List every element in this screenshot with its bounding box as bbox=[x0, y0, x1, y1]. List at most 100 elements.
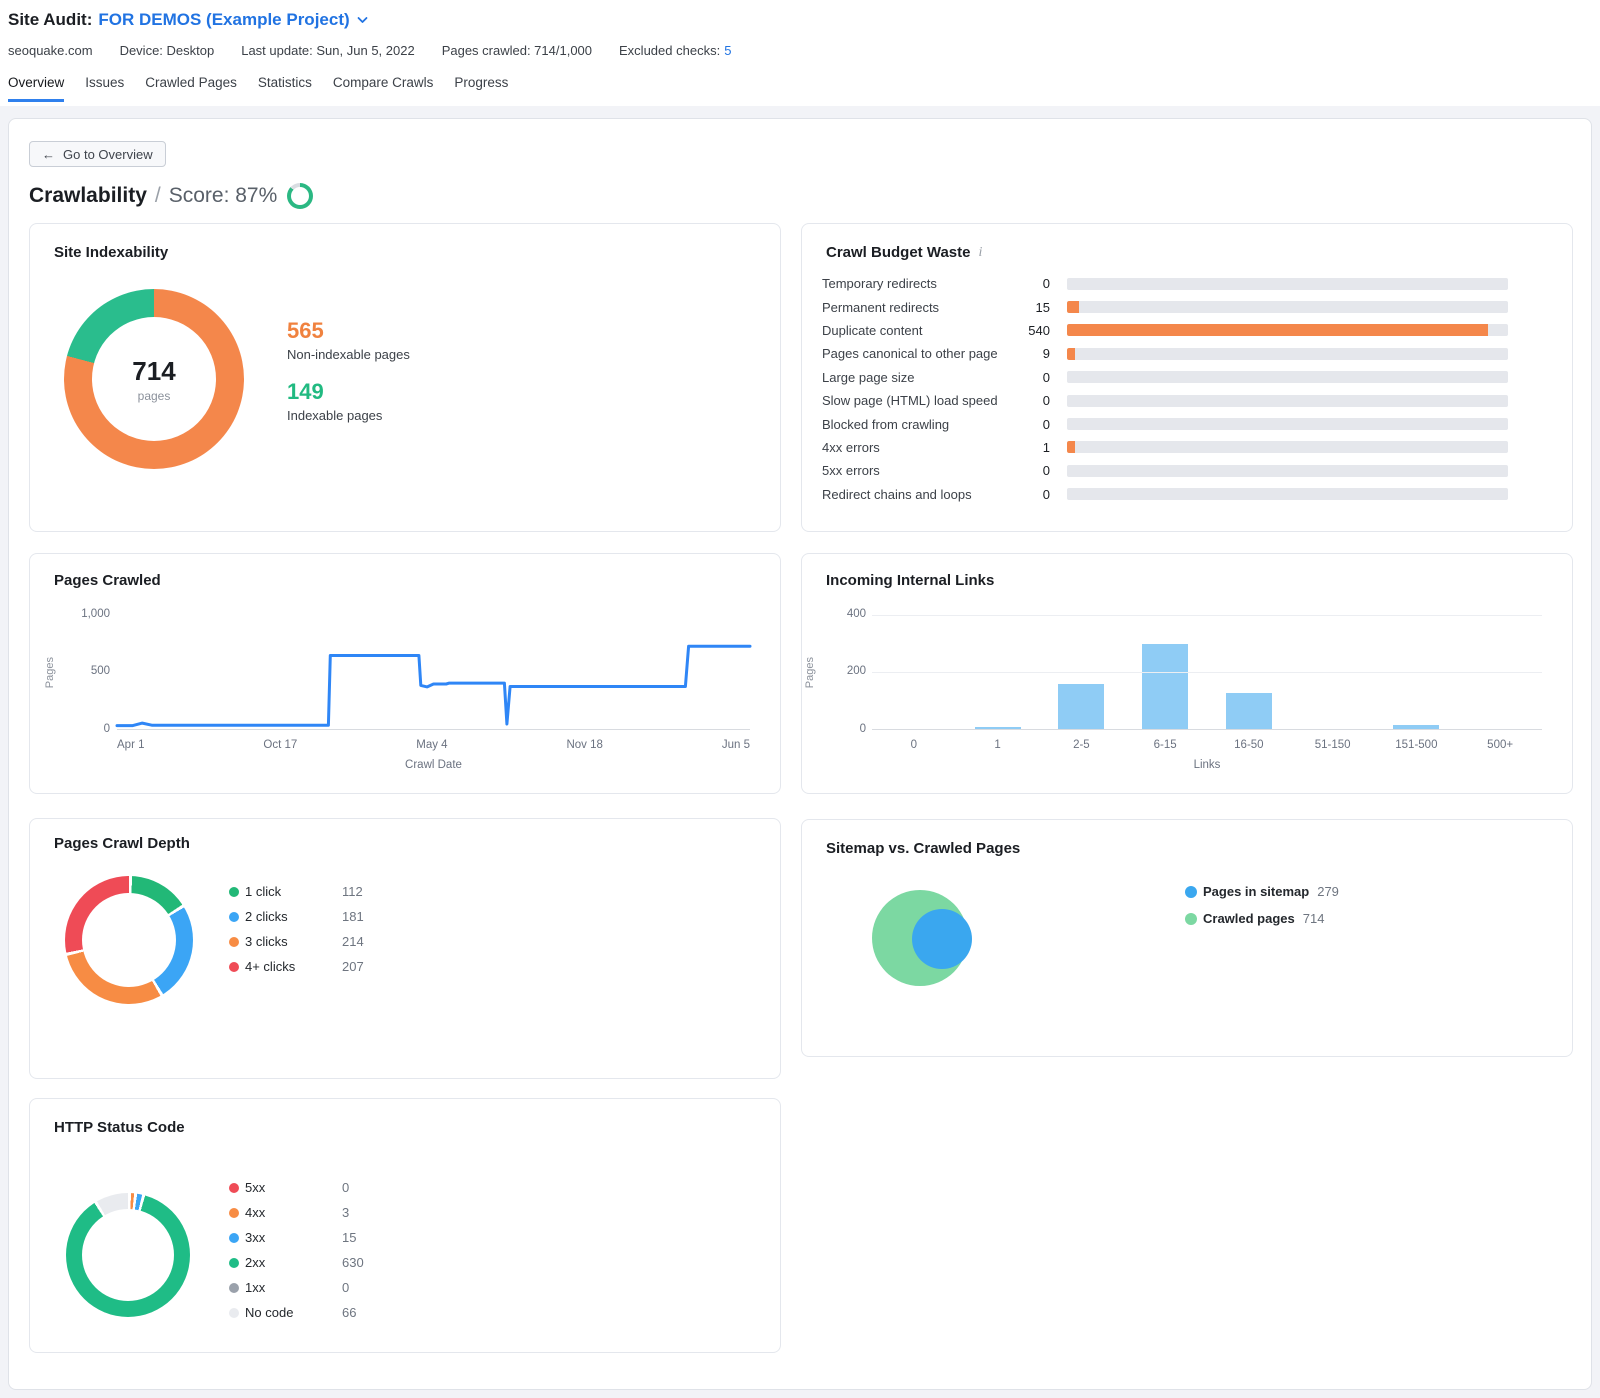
crawl-budget-value: 540 bbox=[1018, 323, 1050, 338]
legend-value: 0 bbox=[342, 1280, 349, 1295]
crawl-budget-bar-track bbox=[1067, 324, 1508, 336]
pages-crawled-card: Pages Crawled Pages 1,000 500 0 Apr 1Oct… bbox=[29, 553, 781, 794]
info-icon[interactable]: i bbox=[978, 245, 982, 261]
http-status-donut-chart bbox=[66, 1193, 190, 1317]
axis-tick-label: 200 bbox=[847, 665, 866, 677]
crawl-budget-bar-fill bbox=[1067, 324, 1488, 336]
crawl-budget-bar-fill bbox=[1067, 301, 1079, 313]
card-title: Pages Crawl Depth bbox=[54, 835, 190, 852]
crawl-budget-row: Slow page (HTML) load speed0 bbox=[822, 389, 1508, 412]
meta-item: Device: Desktop bbox=[120, 43, 215, 58]
card-title: HTTP Status Code bbox=[54, 1119, 185, 1136]
tab-compare-crawls[interactable]: Compare Crawls bbox=[333, 75, 434, 102]
legend-label: 4+ clicks bbox=[245, 959, 342, 974]
excluded-checks-link[interactable]: 5 bbox=[724, 43, 731, 58]
legend-value: 279 bbox=[1317, 884, 1339, 899]
crawl-budget-row: Temporary redirects0 bbox=[822, 272, 1508, 295]
bar-151-500 bbox=[1393, 725, 1439, 729]
crawl-budget-row: Large page size0 bbox=[822, 366, 1508, 389]
venn-diagram bbox=[802, 820, 1572, 1056]
site-audit-label: Site Audit: bbox=[8, 10, 92, 30]
crawl-depth-donut-chart bbox=[65, 876, 193, 1004]
legend-dot-icon bbox=[1185, 913, 1197, 925]
project-selector-link[interactable]: FOR DEMOS (Example Project) bbox=[98, 10, 349, 30]
crawl-budget-bar-track bbox=[1067, 488, 1508, 500]
content-panel: ← Go to Overview Crawlability / Score: 8… bbox=[8, 118, 1592, 1390]
bar-1 bbox=[975, 727, 1021, 729]
crawl-budget-label: Temporary redirects bbox=[822, 276, 1018, 291]
legend-value: 112 bbox=[342, 884, 363, 899]
legend-dot-icon bbox=[229, 1258, 239, 1268]
legend-dot-icon bbox=[229, 1183, 239, 1193]
axis-tick-label: 500 bbox=[91, 665, 110, 677]
crawl-budget-value: 0 bbox=[1018, 417, 1050, 432]
indexability-stats: 565 Non-indexable pages 149 Indexable pa… bbox=[287, 318, 410, 440]
legend-label: 3 clicks bbox=[245, 934, 342, 949]
chevron-down-icon[interactable] bbox=[357, 16, 368, 24]
legend-item: Pages in sitemap279 bbox=[1185, 878, 1339, 905]
crawl-depth-legend: 1 click1122 clicks1813 clicks2144+ click… bbox=[229, 879, 364, 979]
crawl-budget-label: Duplicate content bbox=[822, 323, 1018, 338]
legend-item: 1 click112 bbox=[229, 879, 364, 904]
axis-tick-label: 151-500 bbox=[1375, 739, 1459, 751]
axis-tick-label: 1 bbox=[956, 739, 1040, 751]
axis-tick-label: 0 bbox=[872, 739, 956, 751]
tab-issues[interactable]: Issues bbox=[85, 75, 124, 102]
legend-dot-icon bbox=[229, 1308, 239, 1318]
axis-tick-label: 51-150 bbox=[1291, 739, 1375, 751]
crawl-budget-value: 0 bbox=[1018, 276, 1050, 291]
x-axis-ticks: Apr 1Oct 17May 4Nov 18Jun 5 bbox=[117, 739, 750, 751]
score-ring-icon bbox=[287, 183, 313, 209]
crawl-budget-row: Blocked from crawling0 bbox=[822, 412, 1508, 435]
legend-value: 3 bbox=[342, 1205, 349, 1220]
indexable-value: 149 bbox=[287, 379, 410, 405]
crawl-budget-value: 0 bbox=[1018, 487, 1050, 502]
crawl-budget-label: Pages canonical to other page bbox=[822, 346, 1018, 361]
crawl-budget-bar-track bbox=[1067, 418, 1508, 430]
legend-dot-icon bbox=[229, 937, 239, 947]
tab-crawled-pages[interactable]: Crawled Pages bbox=[145, 75, 237, 102]
legend-value: 66 bbox=[342, 1305, 356, 1320]
crawl-budget-bar-track bbox=[1067, 278, 1508, 290]
legend-label: 2xx bbox=[245, 1255, 342, 1270]
go-to-overview-label: Go to Overview bbox=[63, 147, 153, 162]
crawl-budget-waste-card: Crawl Budget Waste i Temporary redirects… bbox=[801, 223, 1573, 532]
page-title: Crawlability bbox=[29, 184, 147, 208]
tab-overview[interactable]: Overview bbox=[8, 75, 64, 102]
tab-statistics[interactable]: Statistics bbox=[258, 75, 312, 102]
venn-set-pages-in-sitemap bbox=[912, 909, 972, 969]
legend-item: 2 clicks181 bbox=[229, 904, 364, 929]
crawl-budget-bar-track bbox=[1067, 301, 1508, 313]
legend-dot-icon bbox=[229, 887, 239, 897]
audit-meta-row: seoquake.comDevice: DesktopLast update: … bbox=[8, 43, 1600, 58]
y-axis-label: Pages bbox=[44, 615, 56, 730]
crawl-budget-value: 1 bbox=[1018, 440, 1050, 455]
crawl-budget-value: 0 bbox=[1018, 463, 1050, 478]
legend-label: 4xx bbox=[245, 1205, 342, 1220]
legend-item: No code66 bbox=[229, 1300, 364, 1325]
axis-tick-label: 0 bbox=[860, 723, 866, 735]
crawl-budget-label: 4xx errors bbox=[822, 440, 1018, 455]
axis-tick-label: Apr 1 bbox=[117, 739, 145, 751]
go-to-overview-button[interactable]: ← Go to Overview bbox=[29, 141, 166, 167]
crawl-budget-label: Redirect chains and loops bbox=[822, 487, 1018, 502]
legend-label: 3xx bbox=[245, 1230, 342, 1245]
card-title: Crawl Budget Waste i bbox=[826, 244, 982, 261]
crawl-budget-label: Large page size bbox=[822, 370, 1018, 385]
axis-tick-label: 6-15 bbox=[1123, 739, 1207, 751]
tab-progress[interactable]: Progress bbox=[454, 75, 508, 102]
axis-tick-label: 400 bbox=[847, 608, 866, 620]
legend-item: 4xx3 bbox=[229, 1200, 364, 1225]
indexable-label: Indexable pages bbox=[287, 408, 410, 423]
legend-value: 15 bbox=[342, 1230, 356, 1245]
http-status-code-card: HTTP Status Code 5xx04xx33xx152xx6301xx0… bbox=[29, 1098, 781, 1353]
legend-item: 2xx630 bbox=[229, 1250, 364, 1275]
total-pages-unit: pages bbox=[138, 389, 171, 403]
page-title-row: Crawlability / Score: 87% bbox=[29, 183, 313, 209]
axis-tick-label: 16-50 bbox=[1207, 739, 1291, 751]
axis-tick-label: 500+ bbox=[1458, 739, 1542, 751]
legend-item: 1xx0 bbox=[229, 1275, 364, 1300]
card-title-text: Crawl Budget Waste bbox=[826, 244, 970, 261]
crawl-budget-row: Duplicate content540 bbox=[822, 319, 1508, 342]
legend-label: 1xx bbox=[245, 1280, 342, 1295]
